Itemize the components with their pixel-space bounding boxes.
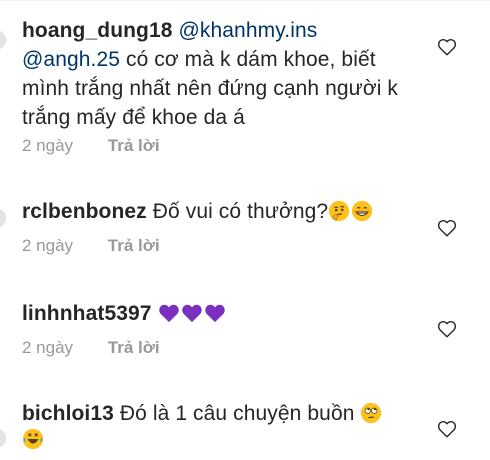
comment-text: linhnhat5397 — [22, 299, 422, 328]
purple-heart-icon — [158, 304, 179, 323]
comment-text: bichloi13 Đó là 1 câu chuyện buồn — [22, 399, 422, 428]
comment-time: 2 ngày — [22, 136, 74, 155]
purple-heart-icon — [204, 304, 225, 323]
comment-mention[interactable]: @angh.25 — [22, 48, 120, 71]
reply-button[interactable]: Trả lời — [108, 236, 160, 256]
reply-button[interactable]: Trả lời — [108, 338, 160, 358]
comment-username[interactable]: linhnhat5397 — [22, 302, 152, 325]
rofl-face-icon — [22, 428, 44, 450]
comment-body: Đó là 1 câu chuyện buồn — [119, 402, 355, 425]
comment-meta: 2 ngày Trả lời — [22, 338, 160, 358]
comment-username[interactable]: hoang_dung18 — [22, 19, 173, 42]
comment-meta: 2 ngày Trả lời — [22, 236, 160, 256]
eye-roll-face-icon — [361, 402, 382, 424]
comment-username[interactable]: rclbenbonez — [22, 200, 147, 223]
like-heart-icon[interactable] — [436, 217, 458, 239]
comment-meta: 2 ngày Trả lời — [22, 136, 160, 156]
comment-text: hoang_dung18 @khanhmy.ins @angh.25 có cơ… — [22, 16, 422, 132]
avatar[interactable] — [0, 208, 6, 228]
comment-time: 2 ngày — [22, 338, 74, 357]
thinking-face-icon — [329, 200, 350, 222]
comment-time: 2 ngày — [22, 236, 74, 255]
like-heart-icon[interactable] — [436, 36, 458, 58]
reply-button[interactable]: Trả lời — [108, 136, 160, 156]
comment-mention[interactable]: @khanhmy.ins — [178, 19, 317, 42]
comment-username[interactable]: bichloi13 — [22, 402, 114, 425]
comments-panel: hoang_dung18 @khanhmy.ins @angh.25 có cơ… — [0, 0, 490, 460]
comment-body: Đố vui có thưởng? — [152, 200, 329, 223]
like-heart-icon[interactable] — [436, 418, 458, 440]
like-heart-icon[interactable] — [436, 318, 458, 340]
purple-heart-icon — [181, 304, 202, 323]
avatar[interactable] — [0, 30, 6, 50]
divider — [0, 0, 490, 1]
grinning-face-icon — [352, 200, 373, 222]
avatar[interactable] — [0, 428, 6, 448]
comment-text: rclbenbonez Đố vui có thưởng? — [22, 197, 422, 226]
